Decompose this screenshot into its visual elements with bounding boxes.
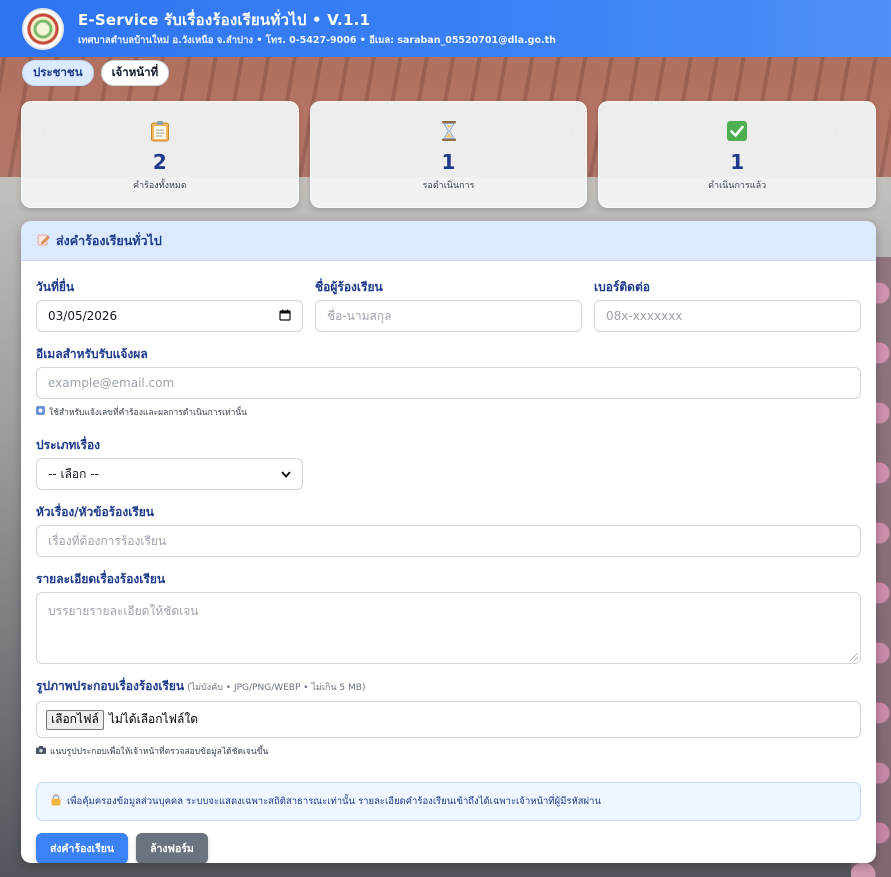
app-title: E-Service รับเรื่องร้องเรียนทั่วไป • V.1… <box>78 10 371 29</box>
reset-button[interactable]: ล้างฟอร์ม <box>136 833 208 863</box>
image-note: แนบรูปประกอบเพื่อให้เจ้าหน้าที่ตรวจสอบข้… <box>36 744 861 758</box>
role-tabs: ประชาชน เจ้าหน้าที่ <box>22 60 170 86</box>
detail-placeholder: บรรยายรายละเอียดให้ชัดเจน <box>48 604 199 618</box>
privacy-notice: เพื่อคุ้มครองข้อมูลส่วนบุคคล ระบบจะแสดงเ… <box>36 782 861 821</box>
stat-label-pending: รอดำเนินการ <box>422 181 475 191</box>
email-group: อีเมลสำหรับรับแจ้งผล example@email.com ใ… <box>36 346 861 419</box>
info-icon <box>36 406 45 418</box>
date-value: 03/05/2026 <box>48 309 118 323</box>
tab-citizen[interactable]: ประชาชน <box>22 60 94 86</box>
stat-label-total: คำร้องทั้งหมด <box>132 181 187 191</box>
category-selected: -- เลือก -- <box>48 466 99 481</box>
file-status: ไม่ได้เลือกไฟล์ใด <box>108 712 199 726</box>
date-input[interactable]: 03/05/2026 <box>36 300 303 332</box>
category-label: ประเภทเรื่อง <box>36 438 101 452</box>
app-header: E-Service รับเรื่องร้องเรียนทั่วไป • V.1… <box>0 0 891 57</box>
form-row-basic: วันที่ยื่น 03/05/2026 ชื่อผู้ร้องเรียน ช… <box>36 279 861 332</box>
resize-grip-icon[interactable] <box>850 653 858 661</box>
form-card-header: ส่งคำร้องเรียนทั่วไป <box>21 221 876 261</box>
stat-card-done: 1 ดำเนินการแล้ว <box>598 101 877 208</box>
image-group: รูปภาพประกอบเรื่องร้องเรียน (ไม่บังคับ • … <box>36 678 861 758</box>
detail-textarea[interactable]: บรรยายรายละเอียดให้ชัดเจน <box>36 592 861 664</box>
email-input[interactable]: example@email.com <box>36 367 861 399</box>
stat-value-pending: 1 <box>441 150 456 174</box>
stat-value-total: 2 <box>152 150 167 174</box>
logo-seal <box>27 12 59 45</box>
stat-label-done: ดำเนินการแล้ว <box>708 181 767 191</box>
app-subtitle: เทศบาลตำบลบ้านใหม่ อ.วังเหนือ จ.ลำปาง • … <box>78 34 556 46</box>
category-group: ประเภทเรื่อง -- เลือก -- <box>36 437 861 490</box>
phone-label: เบอร์ติดต่อ <box>594 280 650 294</box>
name-input[interactable]: ชื่อ-นามสกุล <box>315 300 582 332</box>
file-input[interactable]: เลือกไฟล์ ไม่ได้เลือกไฟล์ใด <box>36 701 861 738</box>
image-hint: (ไม่บังคับ • JPG/PNG/WEBP • ไม่เกิน 5 MB… <box>187 683 366 693</box>
clipboard-icon <box>149 120 171 142</box>
chevron-down-icon <box>281 467 291 481</box>
date-label: วันที่ยื่น <box>36 280 75 294</box>
detail-label: รายละเอียดเรื่องร้องเรียน <box>36 572 166 586</box>
complaint-form-card: ส่งคำร้องเรียนทั่วไป วันที่ยื่น 03/05/20… <box>21 221 876 863</box>
calendar-icon[interactable] <box>279 309 291 324</box>
hourglass-icon <box>438 120 460 142</box>
check-box-icon <box>726 120 748 142</box>
phone-group: เบอร์ติดต่อ 08x-xxxxxxx <box>594 279 861 332</box>
subject-group: หัวเรื่อง/หัวข้อร้องเรียน เรื่องที่ต้องก… <box>36 504 861 557</box>
pencil-memo-icon <box>37 233 50 249</box>
subject-label: หัวเรื่อง/หัวข้อร้องเรียน <box>36 505 154 519</box>
brand-block: E-Service รับเรื่องร้องเรียนทั่วไป • V.1… <box>78 10 556 48</box>
form-body: วันที่ยื่น 03/05/2026 ชื่อผู้ร้องเรียน ช… <box>21 261 876 863</box>
image-label-text: รูปภาพประกอบเรื่องร้องเรียน <box>36 679 185 693</box>
name-label: ชื่อผู้ร้องเรียน <box>315 280 383 294</box>
stat-value-done: 1 <box>730 150 745 174</box>
stats-row: 2 คำร้องทั้งหมด 1 รอดำเนินการ 1 ดำเนินกา… <box>21 101 877 208</box>
privacy-notice-text: เพื่อคุ้มครองข้อมูลส่วนบุคคล ระบบจะแสดงเ… <box>67 796 601 807</box>
email-label: อีเมลสำหรับรับแจ้งผล <box>36 347 148 361</box>
name-group: ชื่อผู้ร้องเรียน ชื่อ-นามสกุล <box>315 279 582 332</box>
image-note-text: แนบรูปประกอบเพื่อให้เจ้าหน้าที่ตรวจสอบข้… <box>50 747 269 757</box>
form-title: ส่งคำร้องเรียนทั่วไป <box>56 232 162 248</box>
detail-group: รายละเอียดเรื่องร้องเรียน บรรยายรายละเอี… <box>36 571 861 664</box>
stat-card-pending: 1 รอดำเนินการ <box>309 101 588 208</box>
image-label: รูปภาพประกอบเรื่องร้องเรียน (ไม่บังคับ • … <box>36 678 861 696</box>
municipality-logo <box>22 7 64 50</box>
tab-staff[interactable]: เจ้าหน้าที่ <box>100 60 170 86</box>
stat-card-total: 2 คำร้องทั้งหมด <box>21 101 299 208</box>
camera-icon <box>36 745 46 757</box>
email-note-text: ใช้สำหรับแจ้งเลขที่คำร้องและผลการดำเนินก… <box>49 408 247 418</box>
phone-input[interactable]: 08x-xxxxxxx <box>594 300 861 332</box>
submit-button[interactable]: ส่งคำร้องเรียน <box>36 833 129 863</box>
email-note: ใช้สำหรับแจ้งเลขที่คำร้องและผลการดำเนินก… <box>36 405 861 419</box>
choose-file-button[interactable]: เลือกไฟล์ <box>46 709 104 730</box>
subject-input[interactable]: เรื่องที่ต้องการร้องเรียน <box>36 525 861 557</box>
category-select[interactable]: -- เลือก -- <box>36 458 303 490</box>
lock-icon <box>51 794 61 809</box>
date-group: วันที่ยื่น 03/05/2026 <box>36 279 303 332</box>
form-actions: ส่งคำร้องเรียน ล้างฟอร์ม <box>36 833 861 863</box>
